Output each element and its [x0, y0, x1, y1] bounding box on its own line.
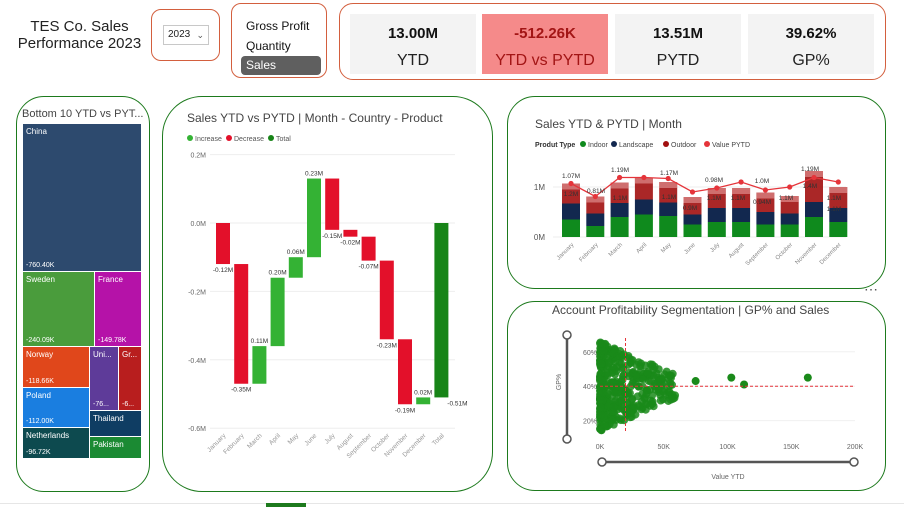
- scatter-point: [620, 416, 629, 425]
- page-tab-strip: [0, 503, 904, 504]
- x-tick-label: 100K: [719, 444, 736, 451]
- x-tick-label: 200K: [847, 444, 864, 451]
- scatter-point: [659, 387, 668, 396]
- x-axis-label: Value YTD: [711, 474, 744, 481]
- scatter-point: [616, 383, 625, 392]
- x-tick-label: 150K: [783, 444, 800, 451]
- report-canvas: TES Co. Sales Performance 2023 2023 ⌄ Gr…: [0, 0, 904, 507]
- scatter-point: [609, 403, 618, 412]
- scatter-point: [628, 368, 637, 377]
- scatter-point: [599, 346, 608, 355]
- scatter-point: [598, 396, 607, 405]
- scatter-point: [664, 371, 673, 380]
- scatter-point: [653, 378, 662, 387]
- scatter-point: [599, 412, 608, 421]
- y-tick-label: 40%: [583, 384, 597, 391]
- x-tick-label: 0K: [596, 444, 605, 451]
- scatter-point: [596, 375, 605, 384]
- y-tick-label: 60%: [583, 350, 597, 357]
- scatter-point: [611, 357, 620, 366]
- scatter-point: [610, 370, 619, 379]
- scatter-point: [646, 377, 655, 386]
- scatter-point: [659, 395, 668, 404]
- scatter-point: [596, 403, 605, 412]
- y-range-slider-handle-top[interactable]: [562, 330, 572, 340]
- scatter-point: [670, 393, 679, 402]
- x-range-slider-handle-left[interactable]: [597, 457, 607, 467]
- x-range-slider-handle-right[interactable]: [849, 457, 859, 467]
- scatter-point: [691, 377, 700, 386]
- scatter-point: [607, 378, 616, 387]
- y-axis-label: GP%: [556, 374, 563, 390]
- scatter-point: [740, 380, 749, 389]
- x-tick-label: 50K: [658, 444, 671, 451]
- scatter-point: [645, 385, 654, 394]
- y-range-slider-handle-bottom[interactable]: [562, 434, 572, 444]
- scatter-point: [639, 375, 648, 384]
- scatter-chart: 60% 40% 20% 0K 50K 100K 150K 200K Value YTD GP%: [556, 330, 864, 481]
- scatter-point: [622, 398, 631, 407]
- scatter-point: [634, 358, 643, 367]
- scatter-point: [626, 408, 635, 417]
- scatter-point: [641, 405, 650, 414]
- scatter-point: [727, 373, 736, 382]
- scatter-point: [609, 349, 618, 358]
- active-page-tab[interactable]: [266, 503, 306, 507]
- scatter-point: [603, 422, 612, 431]
- scatter-point: [597, 359, 606, 368]
- scatter-point: [598, 388, 607, 397]
- scatter-point: [803, 373, 812, 382]
- y-tick-label: 20%: [583, 419, 597, 426]
